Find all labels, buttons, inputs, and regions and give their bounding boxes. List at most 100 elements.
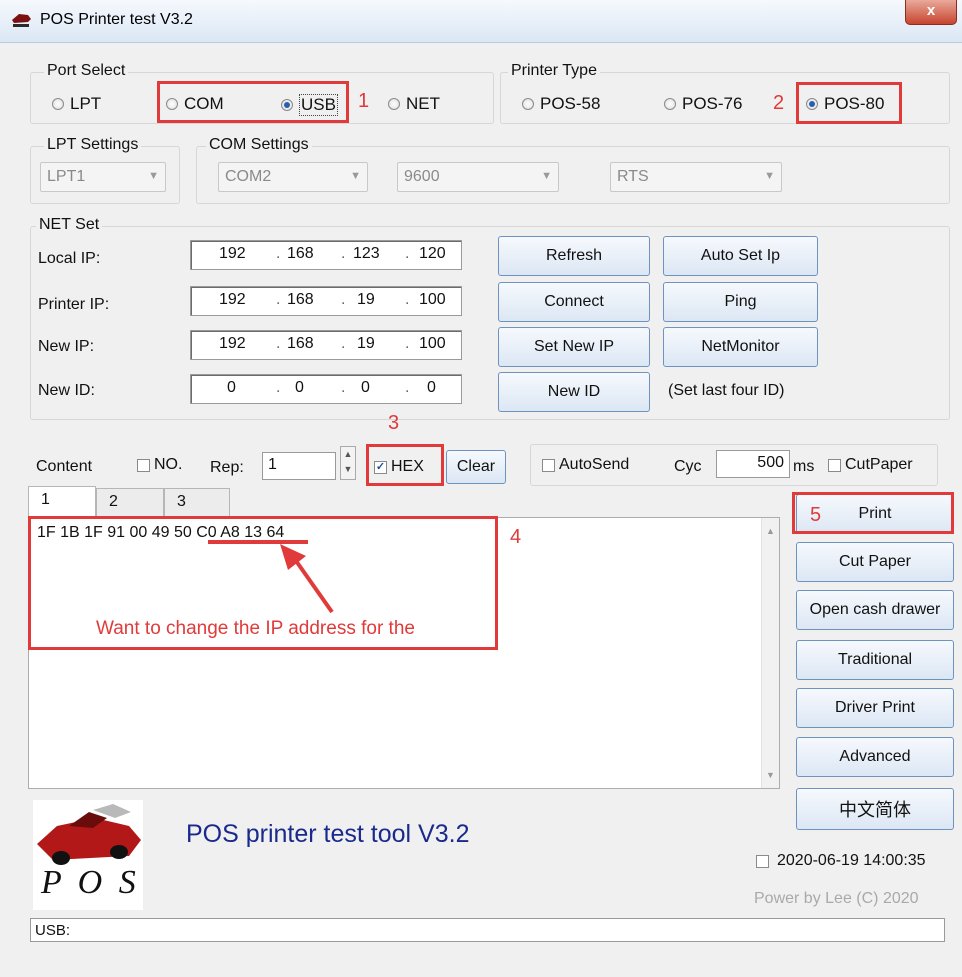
lpt-settings-label: LPT Settings bbox=[44, 136, 142, 154]
title-bar: POS Printer test V3.2 x bbox=[0, 0, 962, 43]
chinese-language-button[interactable]: 中文简体 bbox=[796, 788, 954, 830]
set-new-ip-button[interactable]: Set New IP bbox=[498, 327, 650, 367]
cutpaper-checkbox[interactable]: CutPaper bbox=[828, 456, 913, 474]
net-set-label: NET Set bbox=[36, 216, 103, 234]
ip-octet: 168 bbox=[287, 245, 314, 262]
datetime-checkbox-box[interactable] bbox=[756, 854, 769, 868]
printer-type-label: Printer Type bbox=[508, 62, 600, 80]
annotation-step-3: 3 bbox=[388, 412, 400, 434]
ip-octet: 19 bbox=[357, 291, 375, 308]
com-port-combo[interactable]: COM2 ▼ bbox=[218, 162, 368, 192]
net-monitor-button[interactable]: NetMonitor bbox=[663, 327, 818, 367]
ip-octet: 168 bbox=[287, 291, 314, 308]
radio-net[interactable]: NET bbox=[388, 94, 440, 114]
content-label: Content bbox=[36, 458, 93, 475]
cyc-input[interactable]: 500 bbox=[716, 450, 790, 478]
annotation-note: Want to change the IP address for the bbox=[96, 618, 415, 639]
autosend-checkbox-box[interactable] bbox=[542, 458, 555, 472]
datetime-checkbox[interactable]: 2020-06-19 14:00:35 bbox=[756, 852, 926, 870]
clear-button[interactable]: Clear bbox=[446, 450, 506, 484]
no-checkbox-box[interactable] bbox=[137, 458, 150, 472]
chevron-down-icon: ▼ bbox=[350, 170, 361, 182]
ip-octet: 123 bbox=[353, 245, 380, 262]
baud-rate-value: 9600 bbox=[404, 168, 440, 185]
annotation-step-5: 5 bbox=[810, 504, 822, 526]
flow-control-combo[interactable]: RTS ▼ bbox=[610, 162, 782, 192]
radio-lpt-label: LPT bbox=[70, 94, 102, 113]
annotation-box-hex bbox=[366, 444, 444, 486]
radio-pos58-label: POS-58 bbox=[540, 94, 601, 113]
editor-scrollbar[interactable]: ▲ ▼ bbox=[761, 518, 779, 788]
com-settings-label: COM Settings bbox=[206, 136, 312, 154]
status-bar: USB: bbox=[30, 918, 945, 942]
new-id-button[interactable]: New ID bbox=[498, 372, 650, 412]
ip-octet: 192 bbox=[219, 335, 246, 352]
open-cash-drawer-button[interactable]: Open cash drawer bbox=[796, 590, 954, 630]
scroll-down-icon[interactable]: ▼ bbox=[766, 770, 775, 780]
autosend-checkbox[interactable]: AutoSend bbox=[542, 456, 629, 474]
radio-pos58-dot[interactable] bbox=[522, 98, 534, 110]
cut-paper-button[interactable]: Cut Paper bbox=[796, 542, 954, 582]
connect-button[interactable]: Connect bbox=[498, 282, 650, 322]
window-title: POS Printer test V3.2 bbox=[40, 11, 193, 28]
ip-octet: 0 bbox=[295, 379, 304, 396]
auto-set-ip-button[interactable]: Auto Set Ip bbox=[663, 236, 818, 276]
new-id-field[interactable]: 0 . 0 . 0 . 0 bbox=[190, 374, 462, 404]
credit-text: Power by Lee (C) 2020 bbox=[754, 890, 919, 907]
set-last-four-id-hint: (Set last four ID) bbox=[668, 382, 785, 399]
ip-octet: 100 bbox=[419, 291, 446, 308]
annotation-box-port bbox=[157, 81, 349, 123]
chevron-down-icon: ▼ bbox=[541, 170, 552, 182]
local-ip-label: Local IP: bbox=[38, 250, 101, 267]
radio-pos76-label: POS-76 bbox=[682, 94, 743, 113]
radio-net-label: NET bbox=[406, 94, 440, 113]
tab-3[interactable]: 3 bbox=[164, 488, 230, 518]
port-select-label: Port Select bbox=[44, 62, 129, 80]
rep-input[interactable]: 1 bbox=[262, 452, 336, 480]
close-button[interactable]: x bbox=[905, 0, 957, 25]
radio-lpt[interactable]: LPT bbox=[52, 94, 101, 114]
logo-text: P O S bbox=[41, 864, 140, 901]
annotation-step-1: 1 bbox=[358, 90, 370, 112]
radio-lpt-dot[interactable] bbox=[52, 98, 64, 110]
annotation-step-2: 2 bbox=[773, 92, 785, 114]
flow-control-value: RTS bbox=[617, 168, 649, 185]
chevron-down-icon: ▼ bbox=[764, 170, 775, 182]
tab-2[interactable]: 2 bbox=[96, 488, 164, 518]
radio-pos58[interactable]: POS-58 bbox=[522, 94, 600, 114]
baud-rate-combo[interactable]: 9600 ▼ bbox=[397, 162, 559, 192]
ip-octet: 192 bbox=[219, 245, 246, 262]
radio-pos76[interactable]: POS-76 bbox=[664, 94, 742, 114]
tab-1[interactable]: 1 bbox=[28, 486, 96, 518]
no-checkbox[interactable]: NO. bbox=[137, 456, 182, 474]
ip-octet: 0 bbox=[227, 379, 236, 396]
ip-octet: 19 bbox=[357, 335, 375, 352]
scroll-up-icon[interactable]: ▲ bbox=[766, 526, 775, 536]
local-ip-field[interactable]: 192 . 168 . 123 . 120 bbox=[190, 240, 462, 270]
driver-print-button[interactable]: Driver Print bbox=[796, 688, 954, 728]
annotation-arrow-icon bbox=[280, 544, 334, 614]
rep-spinner[interactable]: ▲ ▼ bbox=[340, 446, 356, 480]
radio-net-dot[interactable] bbox=[388, 98, 400, 110]
new-ip-label: New IP: bbox=[38, 338, 95, 355]
radio-pos76-dot[interactable] bbox=[664, 98, 676, 110]
advanced-button[interactable]: Advanced bbox=[796, 737, 954, 777]
pos-logo: P O S bbox=[33, 800, 143, 910]
cyc-label: Cyc bbox=[674, 458, 702, 475]
lpt-port-combo[interactable]: LPT1 ▼ bbox=[40, 162, 166, 192]
ping-button[interactable]: Ping bbox=[663, 282, 818, 322]
ms-label: ms bbox=[793, 458, 815, 475]
ip-octet: 120 bbox=[419, 245, 446, 262]
cutpaper-checkbox-box[interactable] bbox=[828, 458, 841, 472]
refresh-button[interactable]: Refresh bbox=[498, 236, 650, 276]
traditional-button[interactable]: Traditional bbox=[796, 640, 954, 680]
new-ip-field[interactable]: 192 . 168 . 19 . 100 bbox=[190, 330, 462, 360]
cutpaper-checkbox-label: CutPaper bbox=[845, 456, 913, 473]
tool-title: POS printer test tool V3.2 bbox=[186, 820, 470, 848]
ip-octet: 100 bbox=[419, 335, 446, 352]
rep-label: Rep: bbox=[210, 459, 244, 476]
printer-ip-field[interactable]: 192 . 168 . 19 . 100 bbox=[190, 286, 462, 316]
com-port-value: COM2 bbox=[225, 168, 272, 185]
no-checkbox-label: NO. bbox=[154, 456, 183, 473]
datetime-label: 2020-06-19 14:00:35 bbox=[777, 852, 926, 869]
